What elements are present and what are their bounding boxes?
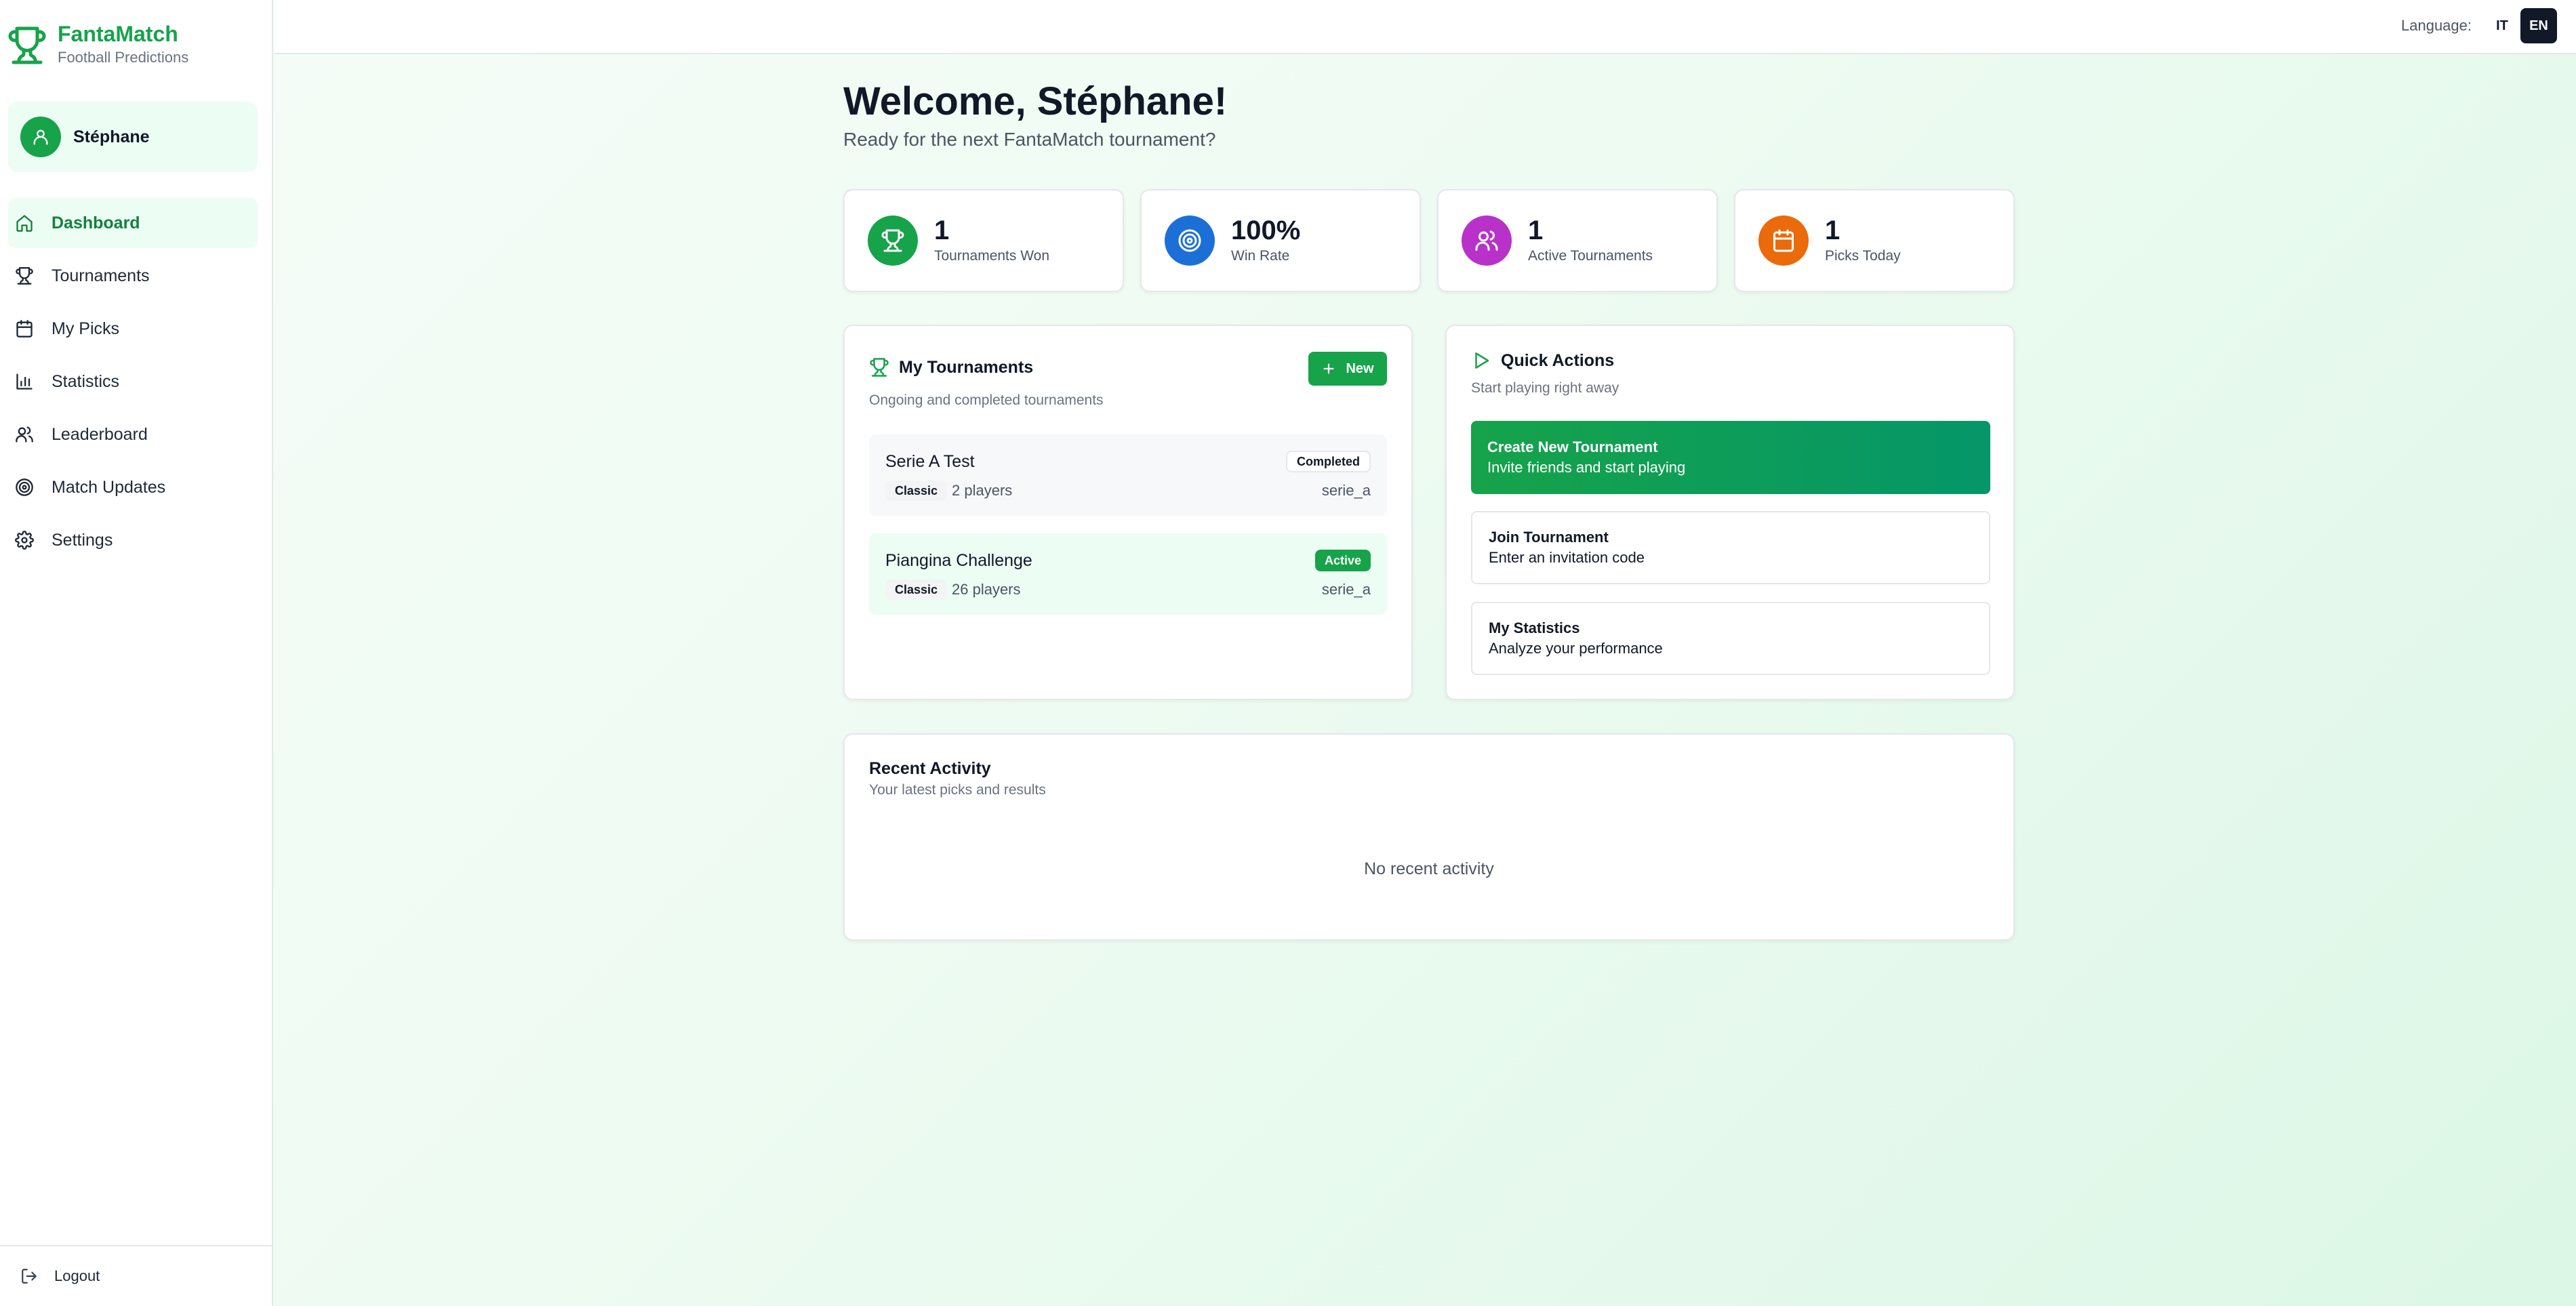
tournament-league: serie_a (1321, 581, 1371, 598)
language-label: Language: (2401, 17, 2472, 34)
stat-value: 100% (1231, 216, 1301, 245)
play-icon (1475, 352, 1489, 369)
sidebar-item-label: Match Updates (52, 477, 166, 497)
brand-title: FantaMatch (58, 22, 178, 46)
stat-value: 1 (1825, 216, 1840, 245)
stat-icon-badge (1462, 216, 1512, 266)
sidebar-item-statistics[interactable]: Statistics (8, 356, 258, 407)
action-description: Invite friends and start playing (1487, 459, 1686, 476)
recent-activity-card: Recent Activity Your latest picks and re… (843, 733, 2015, 941)
users-icon (1475, 230, 1498, 251)
card-title-text: Quick Actions (1501, 350, 1615, 370)
sidebar-item-my-picks[interactable]: My Picks (8, 304, 258, 354)
sidebar-item-label: Statistics (52, 371, 120, 391)
sidebar-item-match-updates[interactable]: Match Updates (8, 462, 258, 512)
sidebar-nav: Dashboard Tournaments My Picks Statistic… (8, 198, 258, 568)
tournament-type-badge: Classic (885, 579, 948, 600)
trophy-icon (16, 267, 33, 285)
user-name: Stéphane (73, 127, 150, 146)
stat-label: Picks Today (1825, 248, 1901, 264)
users-icon (16, 426, 33, 443)
language-en-button[interactable]: EN (2520, 8, 2557, 43)
tournament-name: Serie A Test (885, 452, 975, 471)
action-description: Analyze your performance (1489, 640, 1663, 657)
sidebar-item-label: Tournaments (52, 266, 150, 285)
stat-icon-badge (868, 216, 918, 266)
tournament-item-piangina-challenge[interactable]: Piangina Challenge Classic 26 players Ac… (869, 533, 1387, 615)
new-button-label: New (1346, 361, 1374, 376)
stat-card-win-rate: 100% Win Rate (1140, 189, 1421, 292)
stat-label: Tournaments Won (934, 248, 1050, 264)
user-card[interactable]: Stéphane (8, 102, 258, 172)
top-bar: Language: IT EN (275, 0, 2576, 54)
sidebar-item-label: Settings (52, 530, 113, 550)
sidebar-item-label: Dashboard (52, 213, 140, 232)
stat-icon-badge (1165, 216, 1215, 266)
card-subtitle: Ongoing and completed tournaments (869, 392, 1104, 408)
action-title: Join Tournament (1489, 529, 1609, 546)
card-subtitle: Your latest picks and results (869, 782, 1046, 798)
sidebar-item-dashboard[interactable]: Dashboard (8, 198, 258, 248)
sidebar-item-label: Leaderboard (52, 424, 148, 444)
tournament-name: Piangina Challenge (885, 551, 1032, 570)
bar-chart-icon (16, 373, 33, 390)
calendar-icon (16, 320, 33, 338)
stat-label: Win Rate (1231, 248, 1290, 264)
create-tournament-button[interactable]: Create New Tournament Invite friends and… (1471, 421, 1990, 494)
sidebar-item-label: My Picks (52, 319, 119, 338)
new-tournament-button[interactable]: New (1308, 352, 1387, 386)
tournament-players: 2 players (952, 482, 1013, 499)
action-title: Create New Tournament (1487, 438, 1658, 455)
stat-value: 1 (934, 216, 950, 245)
stat-card-active-tournaments: 1 Active Tournaments (1437, 189, 1718, 292)
sidebar-item-settings[interactable]: Settings (8, 515, 258, 565)
language-switcher: Language: IT EN (2401, 8, 2557, 43)
action-description: Enter an invitation code (1489, 549, 1645, 566)
my-tournaments-card: My Tournaments Ongoing and completed tou… (843, 325, 1413, 700)
tournament-item-serie-a-test[interactable]: Serie A Test Classic 2 players Completed… (869, 434, 1387, 516)
sidebar-item-leaderboard[interactable]: Leaderboard (8, 409, 258, 460)
stat-label: Active Tournaments (1528, 248, 1653, 264)
card-title-text: My Tournaments (899, 357, 1034, 377)
card-title: My Tournaments (869, 357, 1033, 377)
stat-value: 1 (1528, 216, 1544, 245)
my-statistics-button[interactable]: My Statistics Analyze your performance (1471, 602, 1990, 675)
page-title: Welcome, Stéphane! (843, 79, 1228, 123)
join-tournament-button[interactable]: Join Tournament Enter an invitation code (1471, 511, 1990, 584)
stat-icon-badge (1758, 216, 1809, 266)
calendar-icon (1773, 229, 1794, 252)
plus-icon (1323, 363, 1334, 374)
quick-actions-card: Quick Actions Start playing right away C… (1445, 325, 2015, 700)
card-title: Quick Actions (1471, 350, 1614, 371)
tournament-players: 26 players (952, 581, 1021, 598)
sidebar: FantaMatch Football Predictions Stéphane… (0, 0, 273, 1306)
target-icon (16, 478, 33, 496)
status-badge: Completed (1285, 451, 1371, 472)
brand-subtitle: Football Predictions (58, 49, 189, 66)
stat-card-picks-today: 1 Picks Today (1734, 189, 2015, 292)
avatar (20, 117, 61, 157)
card-title: Recent Activity (869, 759, 991, 778)
language-it-button[interactable]: IT (2484, 8, 2520, 43)
trophy-icon (870, 358, 889, 377)
gear-icon (15, 531, 34, 550)
brand[interactable]: FantaMatch Football Predictions (7, 20, 188, 68)
trophy-icon (8, 26, 46, 64)
stat-card-tournaments-won: 1 Tournaments Won (843, 189, 1124, 292)
logout-icon (22, 1269, 37, 1284)
tournament-league: serie_a (1321, 482, 1371, 499)
status-badge: Active (1314, 550, 1371, 571)
trophy-icon (881, 229, 904, 252)
empty-state-text: No recent activity (1364, 859, 1494, 878)
target-icon (1178, 229, 1201, 252)
home-icon (16, 215, 33, 232)
logout-button[interactable]: Logout (0, 1245, 272, 1306)
card-subtitle: Start playing right away (1471, 380, 1619, 396)
action-title: My Statistics (1489, 619, 1580, 636)
logout-label: Logout (54, 1267, 100, 1284)
user-icon (33, 129, 48, 145)
tournament-type-badge: Classic (885, 481, 948, 501)
sidebar-item-tournaments[interactable]: Tournaments (8, 251, 258, 301)
page-subtitle: Ready for the next FantaMatch tournament… (843, 129, 1216, 150)
